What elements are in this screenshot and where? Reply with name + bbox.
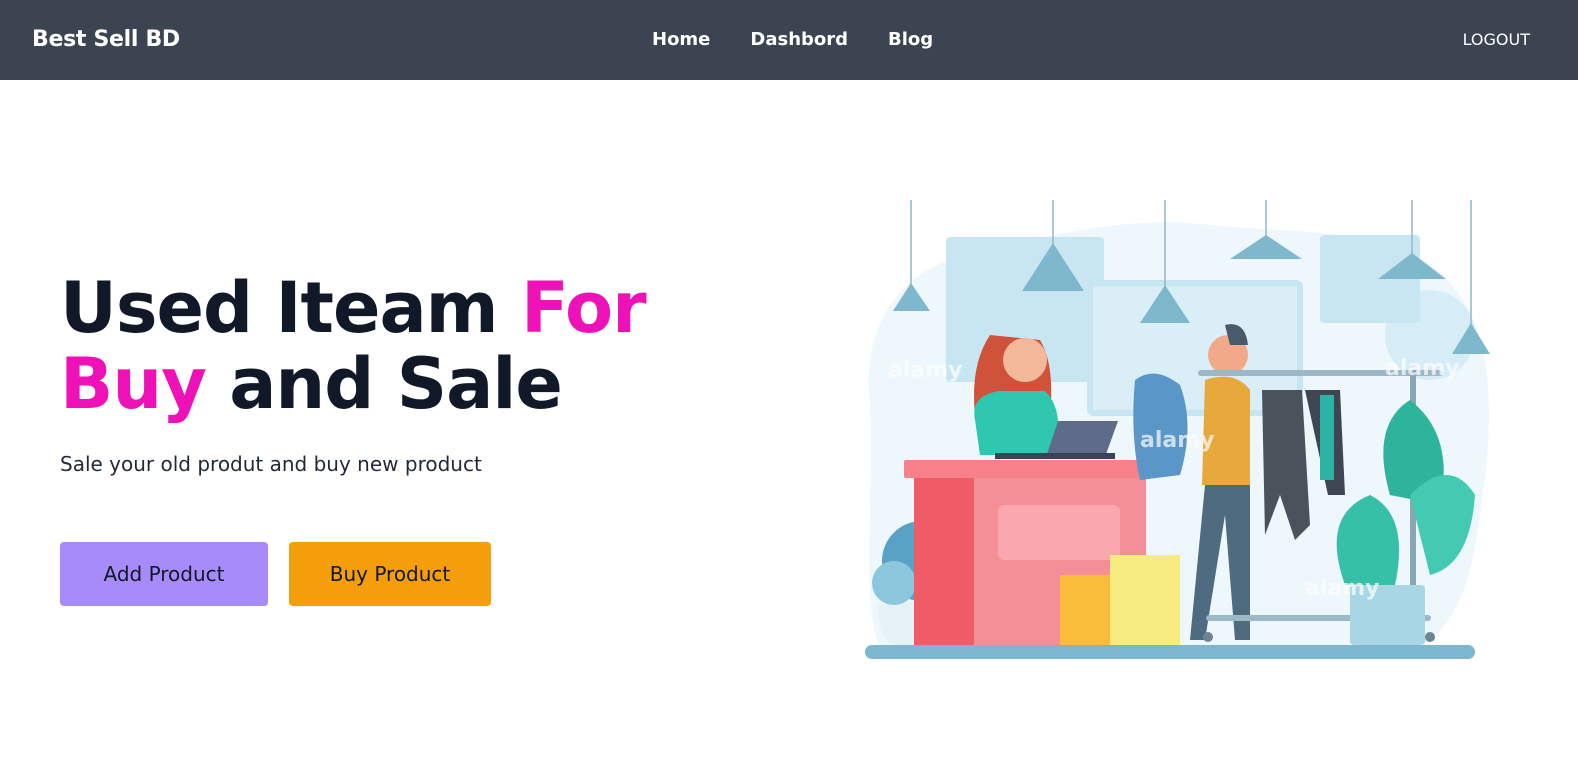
hero-subtitle: Sale your old produt and buy new product bbox=[60, 452, 482, 476]
brand-logo[interactable]: Best Sell BD bbox=[32, 27, 180, 52]
main-nav: Home Dashbord Blog bbox=[652, 29, 973, 50]
nav-blog[interactable]: Blog bbox=[888, 29, 933, 50]
hero-title-accent-buy: Buy bbox=[60, 343, 207, 425]
nav-dashboard[interactable]: Dashbord bbox=[750, 29, 848, 50]
hero-title-part1: Used Iteam bbox=[60, 267, 521, 349]
watermark-text: alamy bbox=[1140, 428, 1215, 453]
shop-illustration: alamy alamy alamy alamy bbox=[865, 200, 1490, 659]
hero-title-part2: and Sale bbox=[205, 343, 563, 425]
watermark-text: alamy bbox=[1305, 576, 1380, 601]
hero-title-accent-for: For bbox=[521, 267, 647, 349]
buy-product-button[interactable]: Buy Product bbox=[289, 542, 491, 606]
hero-title: Used Iteam For Buy and Sale bbox=[60, 270, 680, 422]
watermark-text: alamy bbox=[888, 358, 963, 383]
logout-button[interactable]: LOGOUT bbox=[1463, 30, 1530, 49]
add-product-button[interactable]: Add Product bbox=[60, 542, 268, 606]
nav-home[interactable]: Home bbox=[652, 29, 710, 50]
watermark-text: alamy bbox=[1385, 356, 1460, 381]
navbar: Best Sell BD Home Dashbord Blog LOGOUT bbox=[0, 0, 1578, 80]
